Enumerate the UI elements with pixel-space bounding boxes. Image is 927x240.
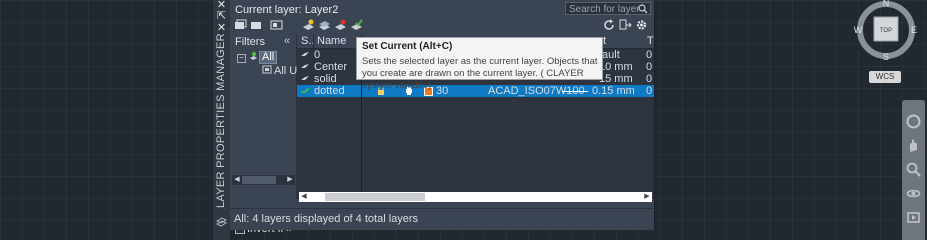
layer-states-manager-icon[interactable] (270, 19, 283, 31)
wcs-menu[interactable]: WCS (869, 71, 901, 83)
layer-status-icon (301, 64, 309, 68)
scroll-left-arrow[interactable]: ◀ (299, 192, 309, 202)
column-transparency-header[interactable]: T (647, 35, 654, 47)
layer-name: 0 (314, 49, 321, 61)
filter-tree-icon (250, 52, 257, 60)
filters-title: Filters (235, 36, 265, 48)
tooltip-title: Set Current (Alt+C) (362, 41, 453, 52)
filter-all-label: All (259, 51, 278, 64)
new-group-filter-icon[interactable] (250, 19, 263, 31)
viewcube-face-label: TOP (880, 28, 892, 34)
layer-transparency: 0 (646, 73, 653, 85)
column-name-header[interactable]: Name (317, 35, 346, 47)
viewcube[interactable]: TOP N S E W (852, 0, 922, 70)
layer-name: solid (314, 73, 337, 85)
collapse-filters-button[interactable]: « (284, 35, 290, 47)
filter-icon (262, 65, 272, 74)
layer-lineweight: 10 mm (599, 61, 633, 73)
layer-name: dotted (314, 85, 345, 97)
refresh-icon[interactable] (603, 19, 616, 31)
current-layer-label: Current layer: Layer2 (235, 4, 339, 16)
scroll-thumb[interactable] (325, 193, 425, 201)
scroll-thumb[interactable] (242, 176, 276, 184)
orbit-icon[interactable] (906, 186, 921, 201)
scroll-right-arrow[interactable]: ▶ (285, 175, 295, 185)
layer-translator-icon[interactable] (619, 19, 632, 31)
layer-transparency: 0 (646, 61, 653, 73)
palette-toolbar: Current layer: Layer2 Search for layer (230, 0, 654, 36)
zoom-icon[interactable] (906, 162, 921, 177)
new-layer-vp-frozen-icon[interactable] (318, 19, 331, 31)
set-current-tooltip: Set Current (Alt+C) Sets the selected la… (356, 37, 603, 91)
search-layer-input[interactable]: Search for layer (565, 2, 651, 15)
layer-transparency[interactable]: 0 (646, 85, 652, 97)
layer-status-icon (301, 52, 309, 56)
layer-properties-palette: Current layer: Layer2 Search for layer F… (230, 0, 655, 235)
filter-tree-all[interactable]: All (249, 51, 297, 64)
status-text: All: 4 layers displayed of 4 total layer… (234, 213, 419, 225)
new-layer-icon[interactable] (302, 19, 315, 31)
tooltip-description: Sets the selected layer as the current l… (362, 56, 598, 91)
status-bar: All: 4 layers displayed of 4 total layer… (230, 208, 654, 230)
grid-horizontal-scrollbar[interactable]: ◀ ▶ (299, 192, 652, 202)
set-current-icon[interactable] (350, 19, 363, 31)
compass-south[interactable]: S (883, 52, 889, 62)
palette-title-strip: ✕ ⇱ ✕ LAYER PROPERTIES MANAGER (213, 0, 231, 240)
autohide-icon[interactable]: ⇱ (216, 11, 227, 22)
compass-north[interactable]: N (883, 0, 890, 8)
new-property-filter-icon[interactable] (234, 19, 247, 31)
search-placeholder: Search for layer (569, 4, 640, 15)
current-layer-check-icon (301, 88, 309, 93)
pan-icon[interactable] (906, 138, 921, 153)
layer-name: Center (314, 61, 348, 73)
showmotion-icon[interactable] (906, 210, 921, 225)
layer-transparency: 0 (646, 49, 653, 61)
layer-lineweight: 15 mm (599, 73, 633, 85)
compass-east[interactable]: E (911, 25, 917, 35)
search-icon (638, 4, 648, 14)
steering-wheel-icon[interactable] (906, 114, 921, 129)
layer-status-icon (301, 76, 309, 80)
scroll-right-arrow[interactable]: ▶ (642, 192, 652, 202)
filters-pane: Filters « − All All Us ◀ ▶ Invert fi « (230, 34, 303, 235)
settings-gear-icon[interactable] (635, 19, 648, 31)
navigation-bar (902, 100, 925, 240)
filters-horizontal-scrollbar[interactable]: ◀ ▶ (232, 175, 295, 185)
compass-west[interactable]: W (854, 25, 863, 35)
palette-title: LAYER PROPERTIES MANAGER (215, 33, 227, 208)
scroll-left-arrow[interactable]: ◀ (232, 175, 242, 185)
delete-layer-icon[interactable] (334, 19, 347, 31)
tree-collapse-toggle[interactable]: − (237, 54, 246, 63)
column-lineweight-header[interactable]: t (603, 35, 606, 47)
layer-grip-icon (216, 217, 227, 227)
